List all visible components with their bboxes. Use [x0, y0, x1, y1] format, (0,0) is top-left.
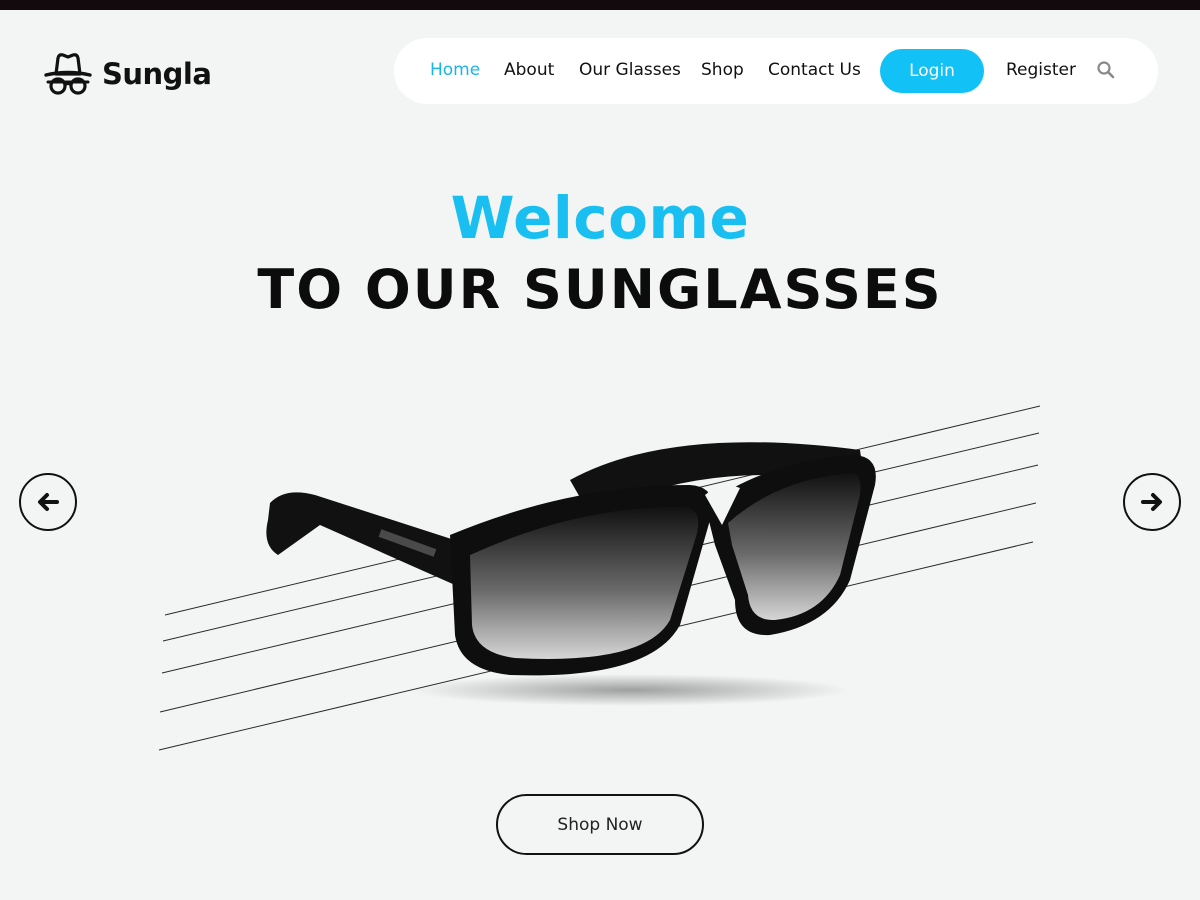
nav-item-shop[interactable]: Shop — [701, 60, 744, 80]
login-button[interactable]: Login — [880, 49, 984, 93]
hero-subtitle: TO OUR SUNGLASSES — [257, 258, 943, 321]
brand[interactable]: Sungla — [44, 52, 212, 96]
carousel-prev-button[interactable] — [19, 473, 77, 531]
nav-item-home[interactable]: Home — [430, 60, 480, 80]
sunglasses-image — [158, 405, 1041, 751]
search-icon[interactable] — [1096, 60, 1116, 80]
main-nav: Home About Our Glasses Shop Contact Us L… — [394, 38, 1158, 104]
nav-item-about[interactable]: About — [504, 60, 554, 80]
brand-name: Sungla — [102, 57, 212, 91]
shop-now-button[interactable]: Shop Now — [496, 794, 704, 855]
arrow-right-icon — [1141, 493, 1162, 511]
carousel-next-button[interactable] — [1123, 473, 1181, 531]
hat-glasses-icon — [44, 53, 92, 95]
arrow-left-icon — [38, 493, 59, 511]
top-bar — [0, 0, 1200, 10]
nav-item-our-glasses[interactable]: Our Glasses — [579, 60, 681, 80]
register-link[interactable]: Register — [1006, 60, 1076, 80]
nav-item-contact-us[interactable]: Contact Us — [768, 60, 861, 80]
hero-welcome-heading: Welcome — [450, 184, 750, 252]
